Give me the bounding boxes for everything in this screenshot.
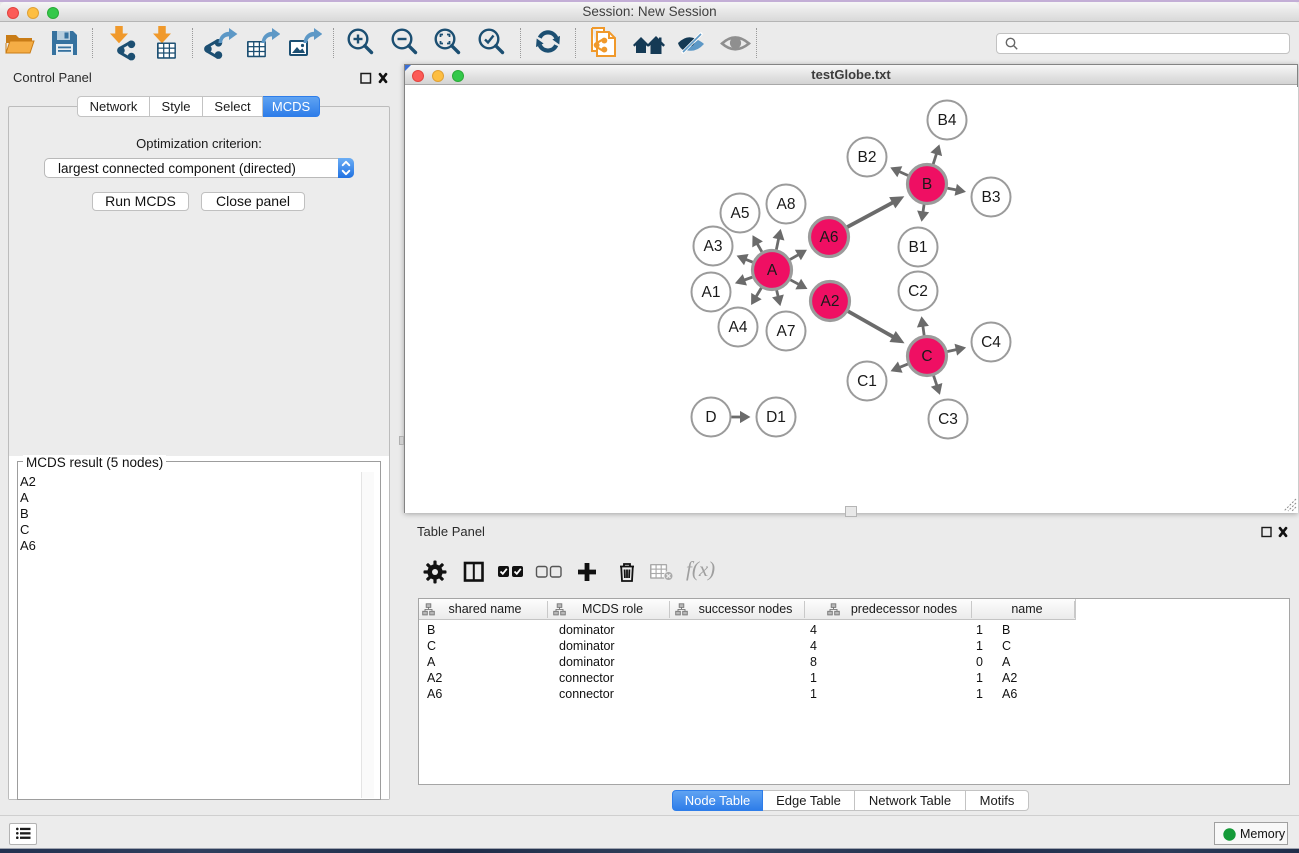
svg-text:C2: C2	[908, 283, 928, 300]
svg-text:A6: A6	[820, 229, 839, 246]
svg-text:D1: D1	[766, 409, 786, 426]
svg-text:A8: A8	[777, 196, 796, 213]
svg-text:A7: A7	[777, 323, 796, 340]
svg-text:A: A	[767, 262, 778, 279]
svg-text:A3: A3	[704, 238, 723, 255]
svg-text:B: B	[922, 176, 932, 193]
svg-text:C3: C3	[938, 411, 958, 428]
svg-text:D: D	[705, 409, 716, 426]
svg-text:B2: B2	[858, 149, 877, 166]
svg-text:C1: C1	[857, 373, 877, 390]
svg-text:C: C	[921, 348, 932, 365]
svg-text:A4: A4	[729, 319, 748, 336]
svg-text:C4: C4	[981, 334, 1001, 351]
svg-text:A2: A2	[821, 293, 840, 310]
svg-text:B4: B4	[938, 112, 957, 129]
svg-text:B3: B3	[982, 189, 1001, 206]
svg-text:A5: A5	[731, 205, 750, 222]
svg-text:B1: B1	[909, 239, 928, 256]
svg-text:A1: A1	[702, 284, 721, 301]
